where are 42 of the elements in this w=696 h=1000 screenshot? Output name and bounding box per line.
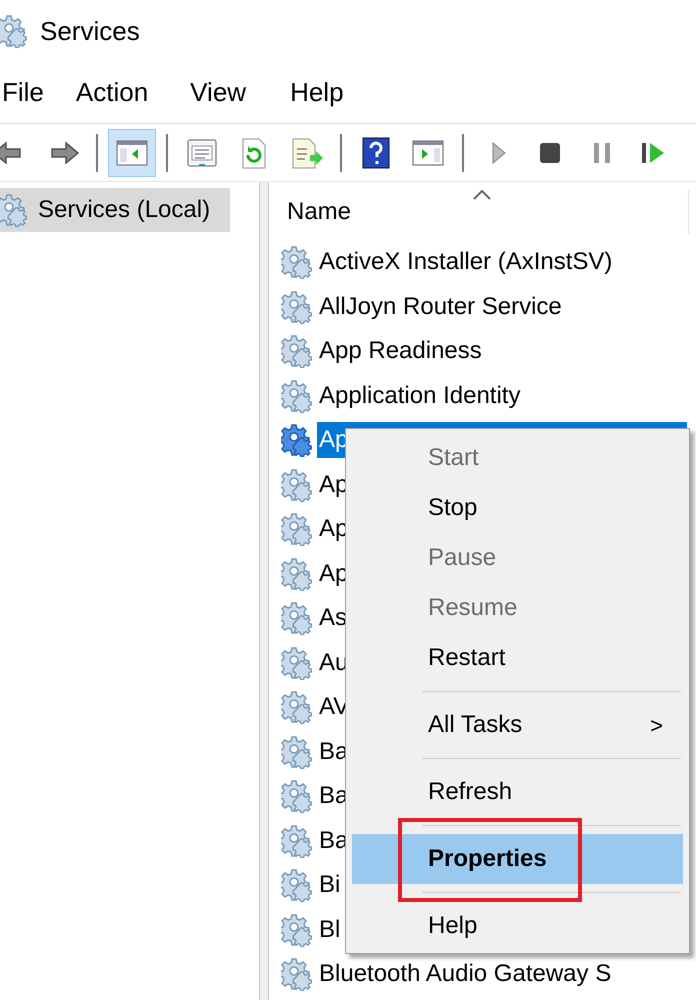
service-gear-icon — [281, 556, 315, 591]
menu-item[interactable]: Help — [352, 901, 683, 951]
tree-item[interactable]: Services (Local) — [0, 188, 230, 232]
menu-item[interactable]: Refresh — [352, 767, 683, 817]
service-name[interactable]: App Readiness — [317, 333, 484, 370]
service-gear-icon — [281, 601, 315, 636]
service-name[interactable]: ActiveX Installer (AxInstSV) — [317, 244, 614, 280]
service-gear-icon — [281, 957, 315, 992]
service-gear-icon — [281, 868, 315, 902]
service-name[interactable]: Bi — [317, 867, 342, 904]
service-gear-icon — [281, 378, 315, 413]
service-gear-icon — [281, 646, 315, 680]
service-name[interactable]: Bluetooth Audio Gateway S — [317, 956, 614, 992]
service-gear-icon — [281, 734, 315, 769]
service-gear-icon — [281, 290, 315, 324]
service-gear-icon — [281, 824, 315, 858]
menu-item[interactable]: Properties — [352, 834, 683, 884]
sort-caret-icon — [473, 190, 491, 200]
service-gear-icon — [281, 245, 315, 280]
menu-item[interactable]: Help — [288, 73, 346, 112]
service-gear-icon — [281, 334, 315, 368]
service-name[interactable]: AllJoyn Router Service — [317, 288, 564, 325]
service-gear-icon — [281, 779, 315, 814]
service-gear-icon — [281, 468, 315, 502]
service-name[interactable]: As — [317, 600, 350, 636]
menu-item[interactable]: Restart — [352, 633, 683, 683]
gear-icon — [0, 193, 30, 227]
service-gear-icon — [281, 423, 315, 458]
column-header[interactable]: Name — [269, 190, 689, 234]
submenu-arrow: > — [650, 712, 663, 740]
service-name[interactable]: Application Identity — [317, 378, 522, 414]
service-gear-icon — [281, 912, 315, 947]
service-name[interactable]: Bl — [317, 912, 342, 948]
service-gear-icon — [281, 512, 315, 546]
menu-item[interactable]: All Tasks > — [352, 700, 683, 750]
window-title: Services — [40, 14, 140, 48]
menu-item[interactable]: File — [0, 73, 46, 112]
menu-item[interactable]: View — [188, 73, 248, 112]
menu-item[interactable]: Action — [74, 73, 150, 112]
service-gear-icon — [281, 690, 315, 724]
console-tree-button[interactable] — [108, 128, 156, 176]
menu-item[interactable]: Stop — [352, 483, 683, 533]
